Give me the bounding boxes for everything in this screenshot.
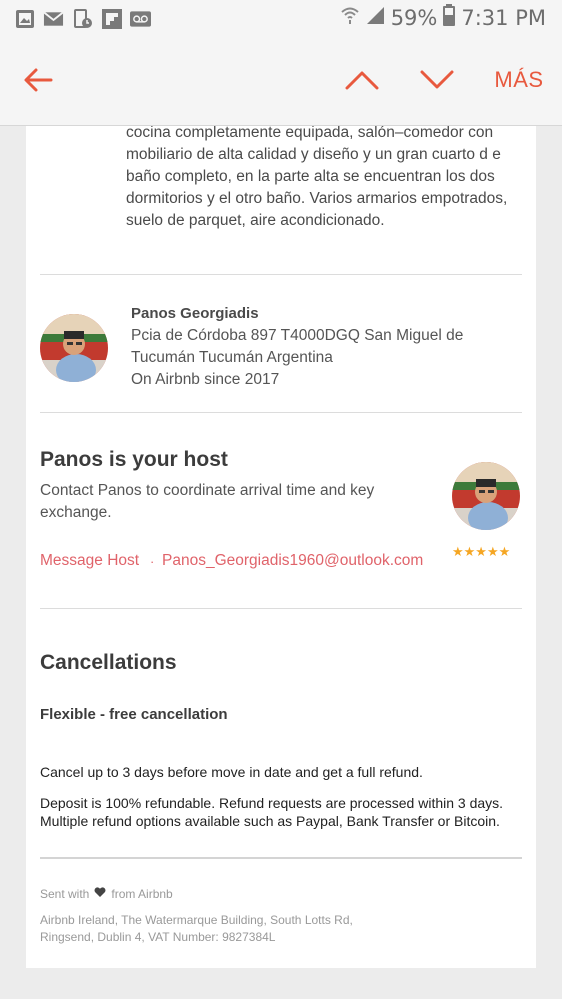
description-line: mobiliario de alta calidad y diseño y un… (126, 146, 501, 163)
link-separator: · (150, 554, 155, 569)
footer-address: Airbnb Ireland, The Watermarque Building… (40, 913, 353, 927)
sent-with-prefix: Sent with (40, 887, 90, 901)
host-title: Panos is your host (40, 448, 228, 471)
listing-description: cocina completamente equipada, salón–com… (126, 126, 526, 232)
deposit-text: Deposit is 100% refundable. Refund reque… (40, 795, 504, 811)
clock: 7:31 PM (461, 6, 546, 30)
description-line: suelo de parquet, aire acondicionado. (126, 212, 385, 229)
system-icons: 59% 7:31 PM (341, 4, 546, 32)
voicemail-icon (130, 8, 151, 29)
divider (40, 412, 522, 413)
rating-stars: ★★★★★ (452, 544, 511, 559)
flipboard-icon (101, 8, 122, 29)
signal-icon (365, 5, 385, 31)
host-description: Contact Panos to coordinate arrival time… (40, 482, 375, 521)
cancellation-text: Cancel up to 3 days before move in date … (40, 764, 423, 780)
description-line: cocina completamente equipada, salón–com… (126, 126, 494, 141)
owner-address: Tucumán Tucumán Argentina (131, 349, 333, 366)
owner-since: On Airbnb since 2017 (131, 371, 280, 388)
footer-address: Ringsend, Dublin 4, VAT Number: 9827384L (40, 930, 276, 944)
description-line: dormitorios y el otro baño. Varios armar… (126, 190, 508, 207)
divider (40, 857, 522, 859)
status-bar: 59% 7:31 PM (0, 0, 562, 38)
back-arrow-icon (24, 68, 53, 92)
notification-icons (14, 8, 151, 29)
host-avatar (452, 462, 520, 530)
sent-with-suffix: from Airbnb (111, 887, 173, 901)
cancellation-policy: Flexible - free cancellation (40, 706, 228, 723)
description-line: baño completo, en la parte alta se encue… (126, 168, 495, 185)
image-icon (14, 8, 35, 29)
sent-with-line: Sent with from Airbnb (40, 886, 173, 903)
battery-icon (443, 4, 456, 32)
device-clock-icon (72, 8, 93, 29)
app-bar: MÁS (0, 38, 562, 126)
wifi-icon (341, 5, 359, 31)
refund-options-text: Multiple refund options available such a… (40, 813, 500, 829)
email-body: cocina completamente equipada, salón–com… (26, 126, 536, 968)
divider (40, 274, 522, 275)
owner-address: Pcia de Córdoba 897 T4000DGQ San Miguel … (131, 327, 464, 344)
heart-icon (94, 886, 106, 903)
battery-percent: 59% (390, 6, 438, 30)
more-button[interactable]: MÁS (486, 60, 552, 100)
host-email-link[interactable]: Panos_Georgiadis1960@outlook.com (162, 552, 423, 570)
chevron-up-icon (345, 71, 379, 90)
mail-icon (43, 8, 64, 29)
owner-avatar (40, 314, 108, 382)
cancellations-title: Cancellations (40, 651, 177, 674)
message-host-link[interactable]: Message Host (40, 552, 139, 570)
next-message-button[interactable] (415, 60, 459, 100)
previous-message-button[interactable] (340, 60, 384, 100)
back-button[interactable] (18, 60, 58, 100)
chevron-down-icon (420, 70, 454, 89)
owner-name: Panos Georgiadis (131, 305, 259, 322)
divider (40, 608, 522, 609)
